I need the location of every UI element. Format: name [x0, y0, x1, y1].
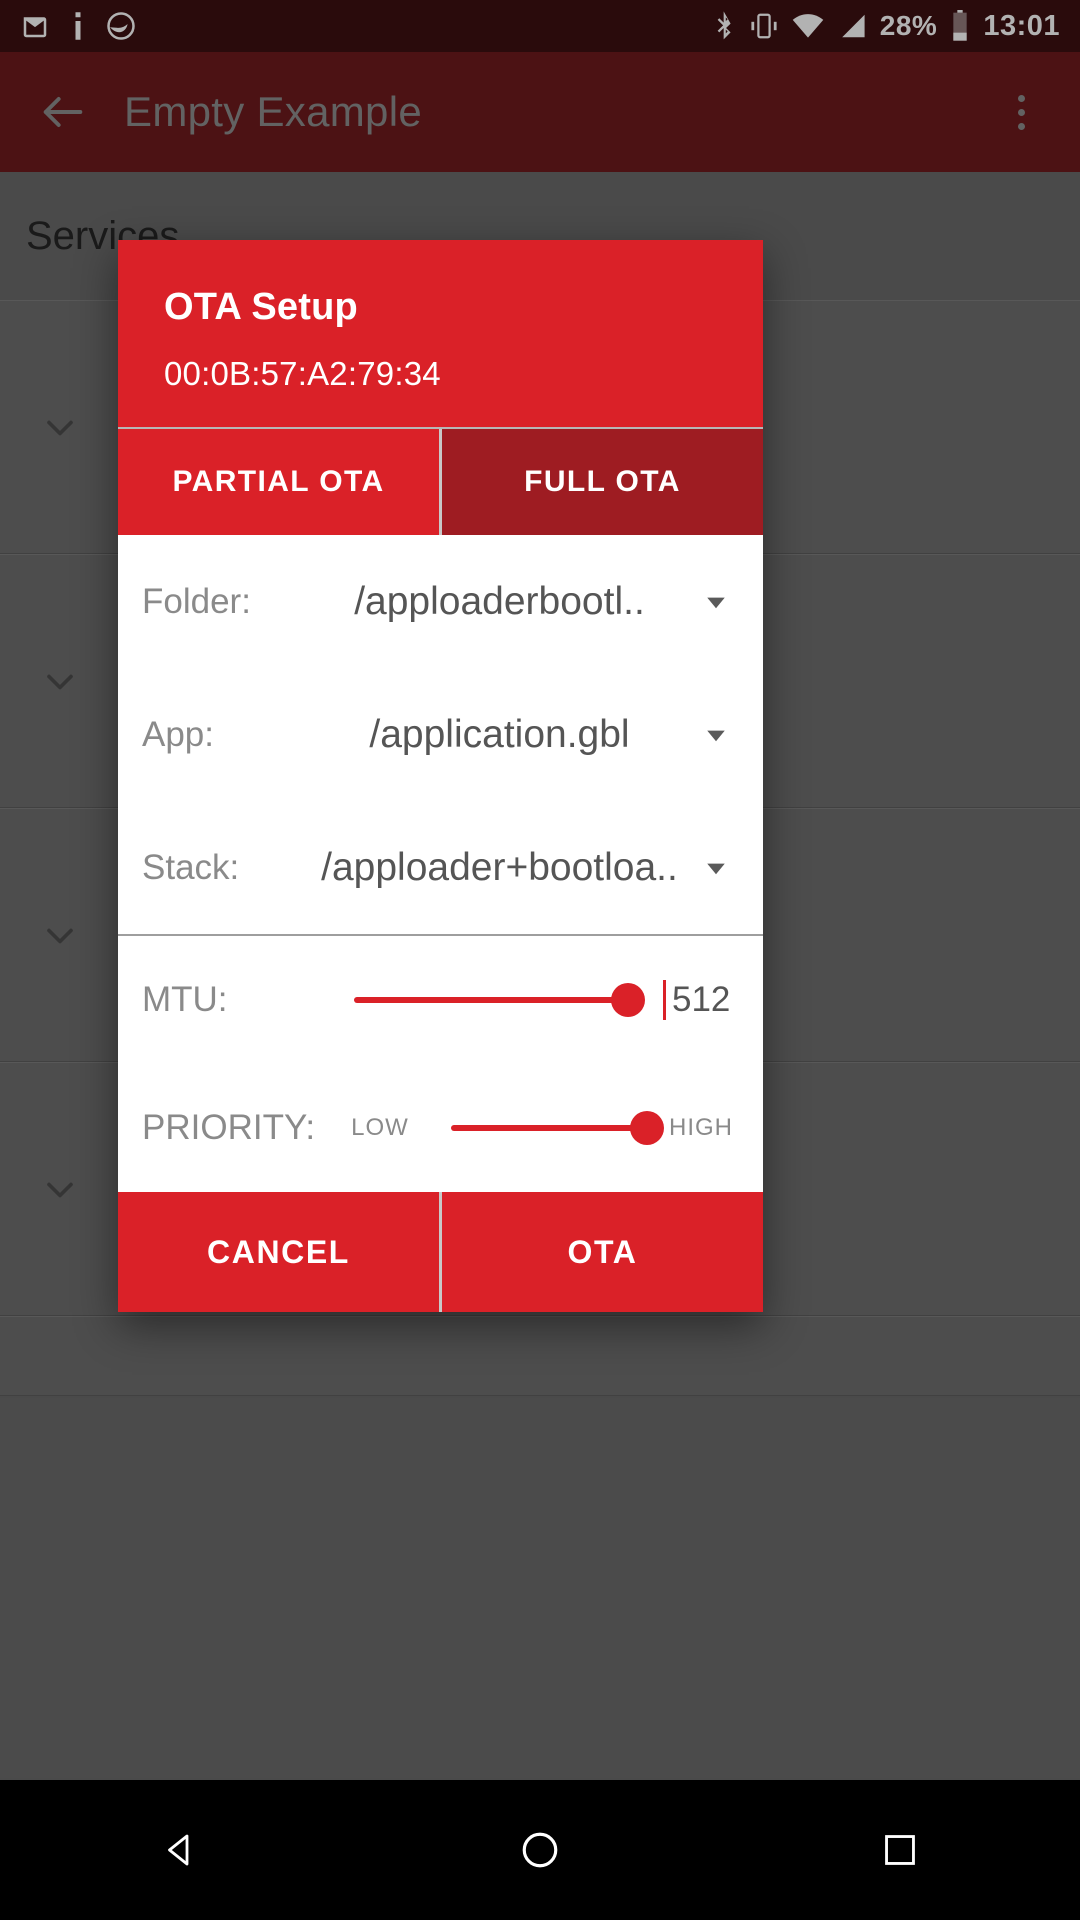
chevron-down-icon	[38, 1168, 82, 1212]
chevron-down-icon[interactable]	[699, 853, 733, 883]
priority-high-label: HIGH	[669, 1114, 733, 1141]
priority-row: PRIORITY: LOW HIGH	[118, 1064, 763, 1192]
info-icon	[72, 11, 84, 41]
nav-recents-icon[interactable]	[840, 1790, 960, 1910]
dialog-form: Folder: /apploaderbootl.. App: /applicat…	[118, 535, 763, 1192]
chevron-down-icon	[38, 914, 82, 958]
overflow-menu-icon[interactable]	[990, 77, 1052, 147]
chevron-down-icon	[38, 660, 82, 704]
app-bar: Empty Example	[0, 52, 1080, 172]
tab-partial-ota[interactable]: PARTIAL OTA	[118, 429, 439, 535]
dialog-title: OTA Setup	[164, 286, 358, 328]
folder-label: Folder:	[142, 581, 251, 621]
dot	[1017, 122, 1025, 130]
ota-button[interactable]: OTA	[442, 1192, 763, 1312]
mtu-slider[interactable]	[353, 970, 649, 1030]
mtu-label: MTU:	[142, 980, 228, 1019]
vibrate-icon	[750, 11, 778, 41]
mtu-slider-track	[353, 997, 629, 1003]
dot	[1017, 94, 1025, 102]
circle-app-icon	[106, 11, 136, 41]
mtu-slider-thumb[interactable]	[611, 983, 646, 1017]
app-row[interactable]: App: /application.gbl	[118, 668, 763, 801]
priority-label: PRIORITY:	[142, 1108, 316, 1147]
stack-label: Stack:	[142, 847, 240, 887]
app-value: /application.gbl	[369, 712, 630, 756]
stack-row[interactable]: Stack: /apploader+bootloa..	[118, 801, 763, 934]
chevron-down-icon[interactable]	[699, 720, 733, 750]
tab-full-ota[interactable]: FULL OTA	[442, 429, 763, 535]
wifi-icon	[792, 11, 824, 41]
nav-home-icon[interactable]	[480, 1790, 600, 1910]
chevron-down-icon[interactable]	[699, 587, 733, 617]
back-arrow-icon[interactable]	[28, 77, 98, 147]
battery-percent: 28%	[879, 10, 938, 41]
priority-slider-track	[450, 1125, 647, 1131]
mtu-row: MTU: 512	[118, 936, 763, 1064]
nav-back-icon[interactable]	[120, 1790, 240, 1910]
bluetooth-icon	[714, 10, 736, 42]
folder-row[interactable]: Folder: /apploaderbootl..	[118, 535, 763, 668]
device-mac-address: 00:0B:57:A2:79:34	[164, 355, 441, 392]
status-bar: 28% 13:01	[0, 0, 1080, 52]
priority-slider-thumb[interactable]	[629, 1111, 664, 1145]
folder-value: /apploaderbootl..	[354, 579, 645, 623]
priority-slider[interactable]	[450, 1098, 664, 1158]
dialog-header: OTA Setup 00:0B:57:A2:79:34	[118, 240, 763, 427]
cancel-button[interactable]: CANCEL	[118, 1192, 439, 1312]
signal-icon	[838, 11, 866, 41]
status-clock: 13:01	[983, 9, 1060, 42]
mtu-value[interactable]: 512	[663, 980, 733, 1020]
dialog-actions: CANCEL OTA	[118, 1192, 763, 1312]
gmail-icon	[20, 11, 50, 41]
dot	[1017, 108, 1025, 116]
chevron-down-icon	[38, 406, 82, 450]
page-title: Empty Example	[124, 88, 423, 135]
navigation-bar	[0, 1780, 1080, 1920]
app-label: App:	[142, 714, 214, 754]
android-screen: 28% 13:01 Empty Example Services OTA Set…	[0, 0, 1080, 1920]
service-item[interactable]	[0, 1316, 1080, 1396]
ota-setup-dialog: OTA Setup 00:0B:57:A2:79:34 PARTIAL OTA …	[118, 240, 763, 1312]
stack-value: /apploader+bootloa..	[321, 845, 678, 889]
battery-icon	[951, 10, 969, 42]
dialog-tabs: PARTIAL OTA FULL OTA	[118, 427, 763, 535]
priority-low-label: LOW	[351, 1114, 409, 1141]
